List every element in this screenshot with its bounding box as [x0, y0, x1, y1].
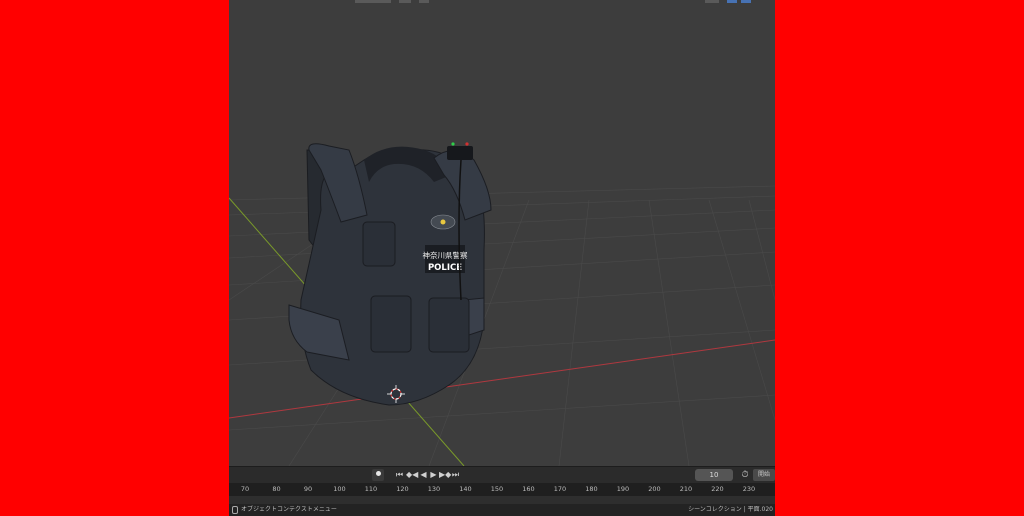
play-button[interactable]: ▶ [429, 469, 438, 481]
blender-window: 神奈川県警察 POLICE ⏮ ◆◀ ◀ ▶ ▶◆ ⏭ 10 ⏱ 開始 70 8… [229, 0, 775, 516]
jump-to-end-icon: ⏭ [451, 470, 460, 479]
play-reverse-icon: ◀ [420, 470, 427, 479]
status-hint-text: オブジェクトコンテクストメニュー [241, 506, 337, 513]
vest-pouch-bottom-right [428, 297, 470, 353]
prev-keyframe-button[interactable]: ◆◀ [406, 469, 419, 481]
radio-microphone [447, 146, 473, 160]
mic-led-red [465, 142, 469, 146]
next-keyframe-button[interactable]: ▶◆ [439, 469, 452, 481]
vest-model[interactable]: 神奈川県警察 POLICE [288, 142, 492, 406]
ruler-tick-label: 230 [742, 485, 756, 493]
jump-to-start-icon: ⏮ [395, 470, 404, 479]
ruler-tick-label: 180 [585, 485, 598, 493]
ruler-tick-label: 210 [679, 485, 693, 493]
current-frame-field[interactable]: 10 [695, 469, 733, 481]
vest-police-text: POLICE [428, 263, 462, 273]
3d-viewport[interactable]: 神奈川県警察 POLICE [229, 0, 775, 466]
timeline-ruler[interactable]: 70 80 90 100 110 120 130 140 150 160 170 180 190 200 2… [229, 483, 775, 496]
play-icon: ▶ [430, 470, 437, 479]
mouse-icon [232, 505, 238, 514]
jump-to-start-button[interactable]: ⏮ [395, 469, 404, 481]
play-reverse-button[interactable]: ◀ [419, 469, 428, 481]
ruler-tick-label: 90 [303, 485, 313, 493]
ruler-tick-label: 120 [396, 485, 409, 493]
prev-keyframe-icon: ◆◀ [406, 470, 419, 479]
ruler-tick-label: 130 [427, 485, 441, 493]
viewport-canvas[interactable]: 神奈川県警察 POLICE [229, 0, 775, 466]
status-bar: オブジェクトコンテクストメニュー シーンコレクション | 平面.020 [229, 504, 775, 516]
vest-emblem-center [440, 219, 446, 225]
mic-led-green [451, 142, 455, 146]
record-dot-icon [375, 471, 381, 476]
ruler-tick-label: 170 [553, 485, 567, 493]
vest-pouch-bottom-left [370, 295, 412, 353]
ruler-tick-label: 80 [272, 485, 281, 493]
vest-pouch-left [362, 221, 396, 267]
next-keyframe-icon: ▶◆ [439, 470, 452, 479]
ruler-tick-label: 200 [648, 485, 661, 493]
ruler-tick-label: 190 [616, 485, 630, 493]
ruler-tick-label: 160 [522, 485, 535, 493]
ruler-tick-label: 110 [364, 485, 378, 493]
ruler-tick-label: 140 [459, 485, 472, 493]
record-button[interactable] [372, 469, 384, 481]
ruler-tick-label: 70 [240, 485, 250, 493]
vest-badge-text: 神奈川県警察 [423, 250, 468, 260]
jump-to-end-button[interactable]: ⏭ [451, 469, 460, 481]
start-frame-label[interactable]: 開始 [753, 469, 775, 481]
desktop-background: 神奈川県警察 POLICE ⏮ ◆◀ ◀ ▶ ▶◆ ⏭ 10 ⏱ 開始 70 8… [0, 0, 1024, 516]
timeline-panel: ⏮ ◆◀ ◀ ▶ ▶◆ ⏭ 10 ⏱ 開始 70 80 90 100 110 120 130… [229, 466, 775, 505]
scene-collection-status: シーンコレクション | 平面.020 [688, 506, 773, 513]
ruler-tick-label: 150 [490, 485, 504, 493]
clock-icon[interactable]: ⏱ [740, 469, 750, 481]
ruler-tick-label: 100 [333, 485, 346, 493]
ruler-tick-label: 220 [711, 485, 724, 493]
